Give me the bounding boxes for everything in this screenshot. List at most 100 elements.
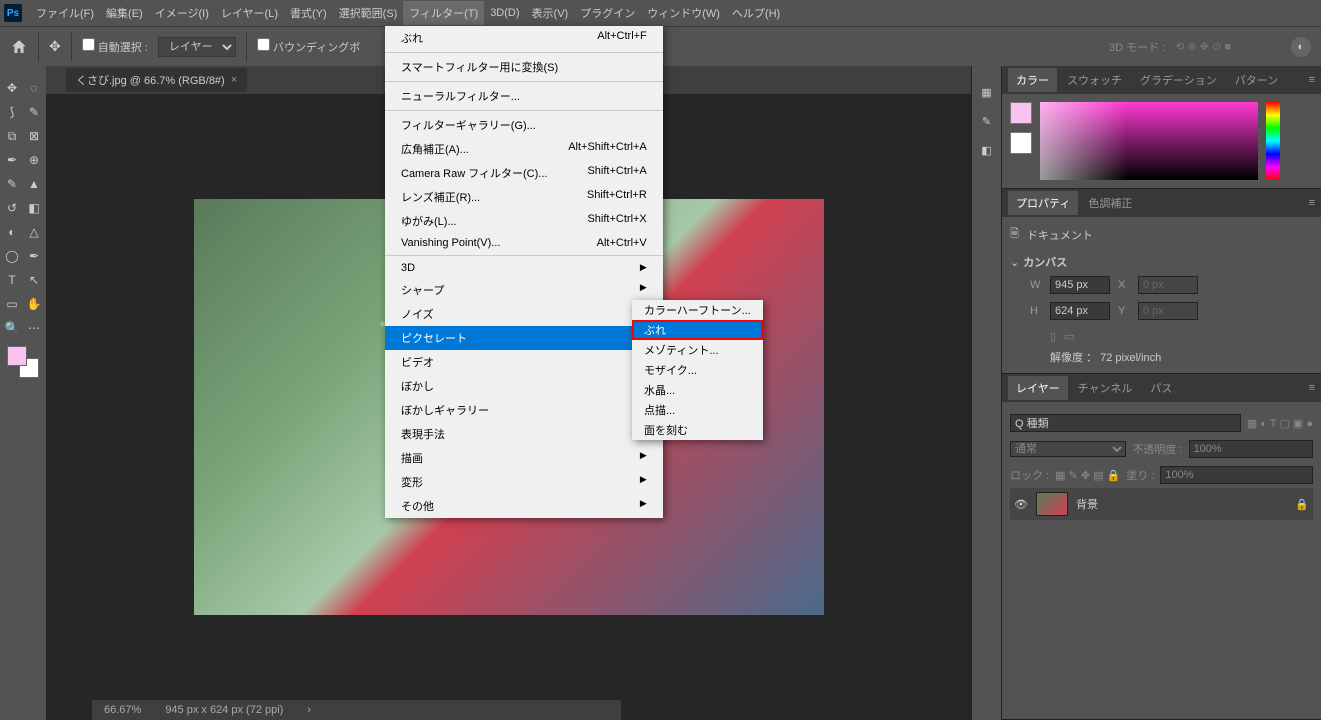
menuitem-camera-raw[interactable]: Camera Raw フィルター(C)...Shift+Ctrl+A	[385, 161, 663, 185]
menuitem-liquify[interactable]: ゆがみ(L)...Shift+Ctrl+X	[385, 209, 663, 233]
menu-type[interactable]: 書式(Y)	[284, 1, 333, 25]
tab-gradients[interactable]: グラデーション	[1132, 68, 1225, 92]
panel-menu-icon[interactable]: ≡	[1309, 74, 1315, 86]
auto-select-target[interactable]: レイヤー	[158, 37, 236, 57]
blend-mode-select[interactable]: 通常	[1010, 441, 1126, 457]
bounding-box-checkbox[interactable]: バウンディングボ	[257, 38, 360, 55]
menuitem-gallery[interactable]: フィルターギャラリー(G)...	[385, 113, 663, 137]
menuitem-lens[interactable]: レンズ補正(R)...Shift+Ctrl+R	[385, 185, 663, 209]
menuitem-blur-gallery[interactable]: ぼかしギャラリー▶	[385, 398, 663, 422]
auto-select-checkbox[interactable]: 自動選択 :	[82, 38, 148, 55]
history-brush-tool[interactable]: ↺	[2, 197, 22, 219]
tab-properties[interactable]: プロパティ	[1008, 191, 1078, 215]
panel-background-color[interactable]	[1010, 132, 1032, 154]
eyedropper-tool[interactable]: ✒	[2, 149, 22, 171]
gradient-tool[interactable]: ◐	[2, 221, 22, 243]
menuitem-convert-smart[interactable]: スマートフィルター用に変換(S)	[385, 55, 663, 79]
tab-layers[interactable]: レイヤー	[1008, 376, 1068, 400]
blur-tool[interactable]: △	[24, 221, 44, 243]
document-tab[interactable]: くさび.jpg @ 66.7% (RGB/8#)×	[66, 68, 247, 92]
menuitem-color-halftone[interactable]: カラーハーフトーン...	[632, 300, 763, 320]
collapsed-panel-icon[interactable]: ▦	[981, 86, 991, 99]
canvas-section[interactable]: ⌄カンバス	[1010, 252, 1313, 272]
menuitem-video[interactable]: ビデオ▶	[385, 350, 663, 374]
shape-tool[interactable]: ▭	[2, 293, 22, 315]
menuitem-last-filter[interactable]: ぶれAlt+Ctrl+F	[385, 26, 663, 50]
menuitem-blur[interactable]: ぼかし▶	[385, 374, 663, 398]
text-tool[interactable]: T	[2, 269, 22, 291]
hue-slider[interactable]	[1266, 102, 1280, 180]
direct-select-tool[interactable]: ↖	[24, 269, 44, 291]
menuitem-vanishing[interactable]: Vanishing Point(V)...Alt+Ctrl+V	[385, 233, 663, 253]
panel-foreground-color[interactable]	[1010, 102, 1032, 124]
panel-menu-icon[interactable]: ≡	[1309, 382, 1315, 394]
menu-filter[interactable]: フィルター(T)	[403, 1, 484, 25]
layer-thumbnail[interactable]	[1036, 492, 1068, 516]
canvas-height-input[interactable]	[1050, 302, 1110, 320]
tab-color[interactable]: カラー	[1008, 68, 1057, 92]
visibility-icon[interactable]: 👁	[1014, 498, 1028, 511]
tab-channels[interactable]: チャンネル	[1070, 376, 1141, 400]
brush-tool[interactable]: ✎	[2, 173, 22, 195]
color-picker-field[interactable]	[1040, 102, 1258, 180]
collapsed-panel-icon[interactable]: ✎	[982, 115, 991, 128]
lasso-tool[interactable]: ⟆	[2, 101, 22, 123]
menu-edit[interactable]: 編集(E)	[100, 1, 149, 25]
collapsed-panel-icon[interactable]: ◧	[981, 144, 991, 157]
menuitem-crystal[interactable]: 水晶...	[632, 380, 763, 400]
hand-tool[interactable]: ✋	[24, 293, 44, 315]
close-tab-icon[interactable]: ×	[231, 74, 237, 86]
panel-menu-icon[interactable]: ≡	[1309, 197, 1315, 209]
lock-icon[interactable]: 🔒	[1295, 498, 1309, 511]
layer-name[interactable]: 背景	[1076, 496, 1098, 512]
status-arrow-icon[interactable]: ›	[307, 704, 311, 716]
foreground-color[interactable]	[7, 346, 27, 366]
edit-toolbar[interactable]: ⋯	[24, 317, 44, 339]
tab-adjustments[interactable]: 色調補正	[1080, 191, 1140, 215]
layer-filter-input[interactable]	[1010, 414, 1241, 432]
menuitem-mezzotint[interactable]: メゾティント...	[632, 340, 763, 360]
menuitem-mosaic[interactable]: モザイク...	[632, 360, 763, 380]
menuitem-3d[interactable]: 3D▶	[385, 258, 663, 278]
menu-image[interactable]: イメージ(I)	[149, 1, 215, 25]
eraser-tool[interactable]: ◧	[24, 197, 44, 219]
zoom-level[interactable]: 66.67%	[104, 704, 141, 716]
canvas-width-input[interactable]	[1050, 276, 1110, 294]
menu-view[interactable]: 表示(V)	[526, 1, 575, 25]
menu-layer[interactable]: レイヤー(L)	[215, 1, 284, 25]
menu-window[interactable]: ウィンドウ(W)	[641, 1, 726, 25]
menu-plugins[interactable]: プラグイン	[574, 1, 641, 25]
menuitem-distort[interactable]: 変形▶	[385, 470, 663, 494]
menuitem-bure[interactable]: ぶれ	[632, 320, 763, 340]
menuitem-neural[interactable]: ニューラルフィルター...	[385, 84, 663, 108]
menuitem-facet[interactable]: 面を刻む	[632, 420, 763, 440]
orientation-landscape-icon[interactable]: ▭	[1064, 330, 1074, 343]
menuitem-artistic[interactable]: 描画▶	[385, 446, 663, 470]
menu-help[interactable]: ヘルプ(H)	[726, 1, 786, 25]
quick-select-tool[interactable]: ✎	[24, 101, 44, 123]
marquee-tool[interactable]: ◌	[24, 77, 44, 99]
tab-patterns[interactable]: パターン	[1227, 68, 1286, 92]
menuitem-wide-angle[interactable]: 広角補正(A)...Alt+Shift+Ctrl+A	[385, 137, 663, 161]
orientation-portrait-icon[interactable]: ▯	[1050, 330, 1056, 343]
frame-tool[interactable]: ⊠	[24, 125, 44, 147]
tab-swatches[interactable]: スウォッチ	[1059, 68, 1130, 92]
healing-tool[interactable]: ⊕	[24, 149, 44, 171]
menuitem-render[interactable]: 表現手法▶	[385, 422, 663, 446]
pen-tool[interactable]: ✒	[24, 245, 44, 267]
crop-tool[interactable]: ⧉	[2, 125, 22, 147]
search-icon[interactable]: ◐	[1291, 37, 1311, 57]
zoom-tool[interactable]: 🔍	[2, 317, 22, 339]
menu-file[interactable]: ファイル(F)	[30, 1, 100, 25]
menuitem-pixelate[interactable]: ピクセレート▶	[385, 326, 663, 350]
menuitem-other[interactable]: その他▶	[385, 494, 663, 518]
menuitem-pointillize[interactable]: 点描...	[632, 400, 763, 420]
layer-row-background[interactable]: 👁 背景 🔒	[1010, 488, 1313, 520]
tab-paths[interactable]: パス	[1142, 376, 1180, 400]
dodge-tool[interactable]: ◯	[2, 245, 22, 267]
menu-select[interactable]: 選択範囲(S)	[333, 1, 404, 25]
move-tool[interactable]: ✥	[2, 77, 22, 99]
menuitem-noise[interactable]: ノイズ▶	[385, 302, 663, 326]
stamp-tool[interactable]: ▲	[24, 173, 44, 195]
menuitem-sharpen[interactable]: シャープ▶	[385, 278, 663, 302]
